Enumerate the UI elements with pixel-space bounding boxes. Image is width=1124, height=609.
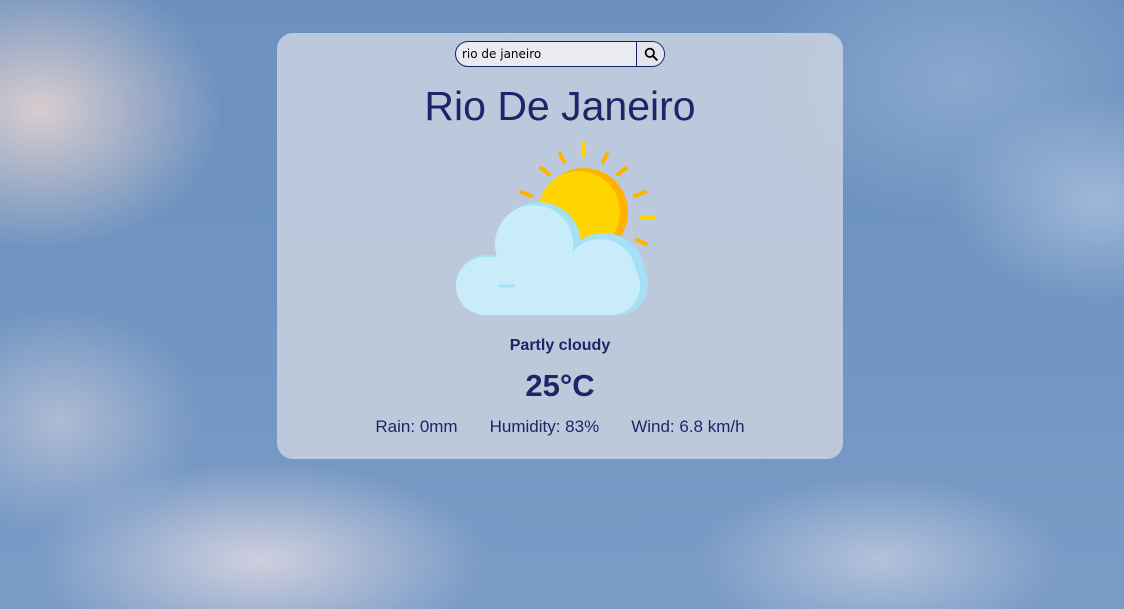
- rain-stat: Rain: 0mm: [375, 417, 458, 436]
- city-name: Rio De Janeiro: [424, 83, 696, 129]
- weather-card: Rio De Janeiro: [277, 33, 843, 459]
- search-bar: [455, 41, 665, 67]
- weather-stats: Rain: 0mm Humidity: 83% Wind: 6.8 km/h: [277, 417, 843, 437]
- humidity-stat: Humidity: 83%: [489, 417, 600, 436]
- search-button[interactable]: [636, 42, 664, 66]
- partly-cloudy-icon: [456, 141, 656, 315]
- search-input[interactable]: [456, 42, 637, 66]
- wind-stat: Wind: 6.8 km/h: [631, 417, 745, 436]
- temperature: 25°C: [525, 368, 595, 403]
- weather-condition: Partly cloudy: [509, 337, 611, 354]
- search-icon: [644, 47, 658, 61]
